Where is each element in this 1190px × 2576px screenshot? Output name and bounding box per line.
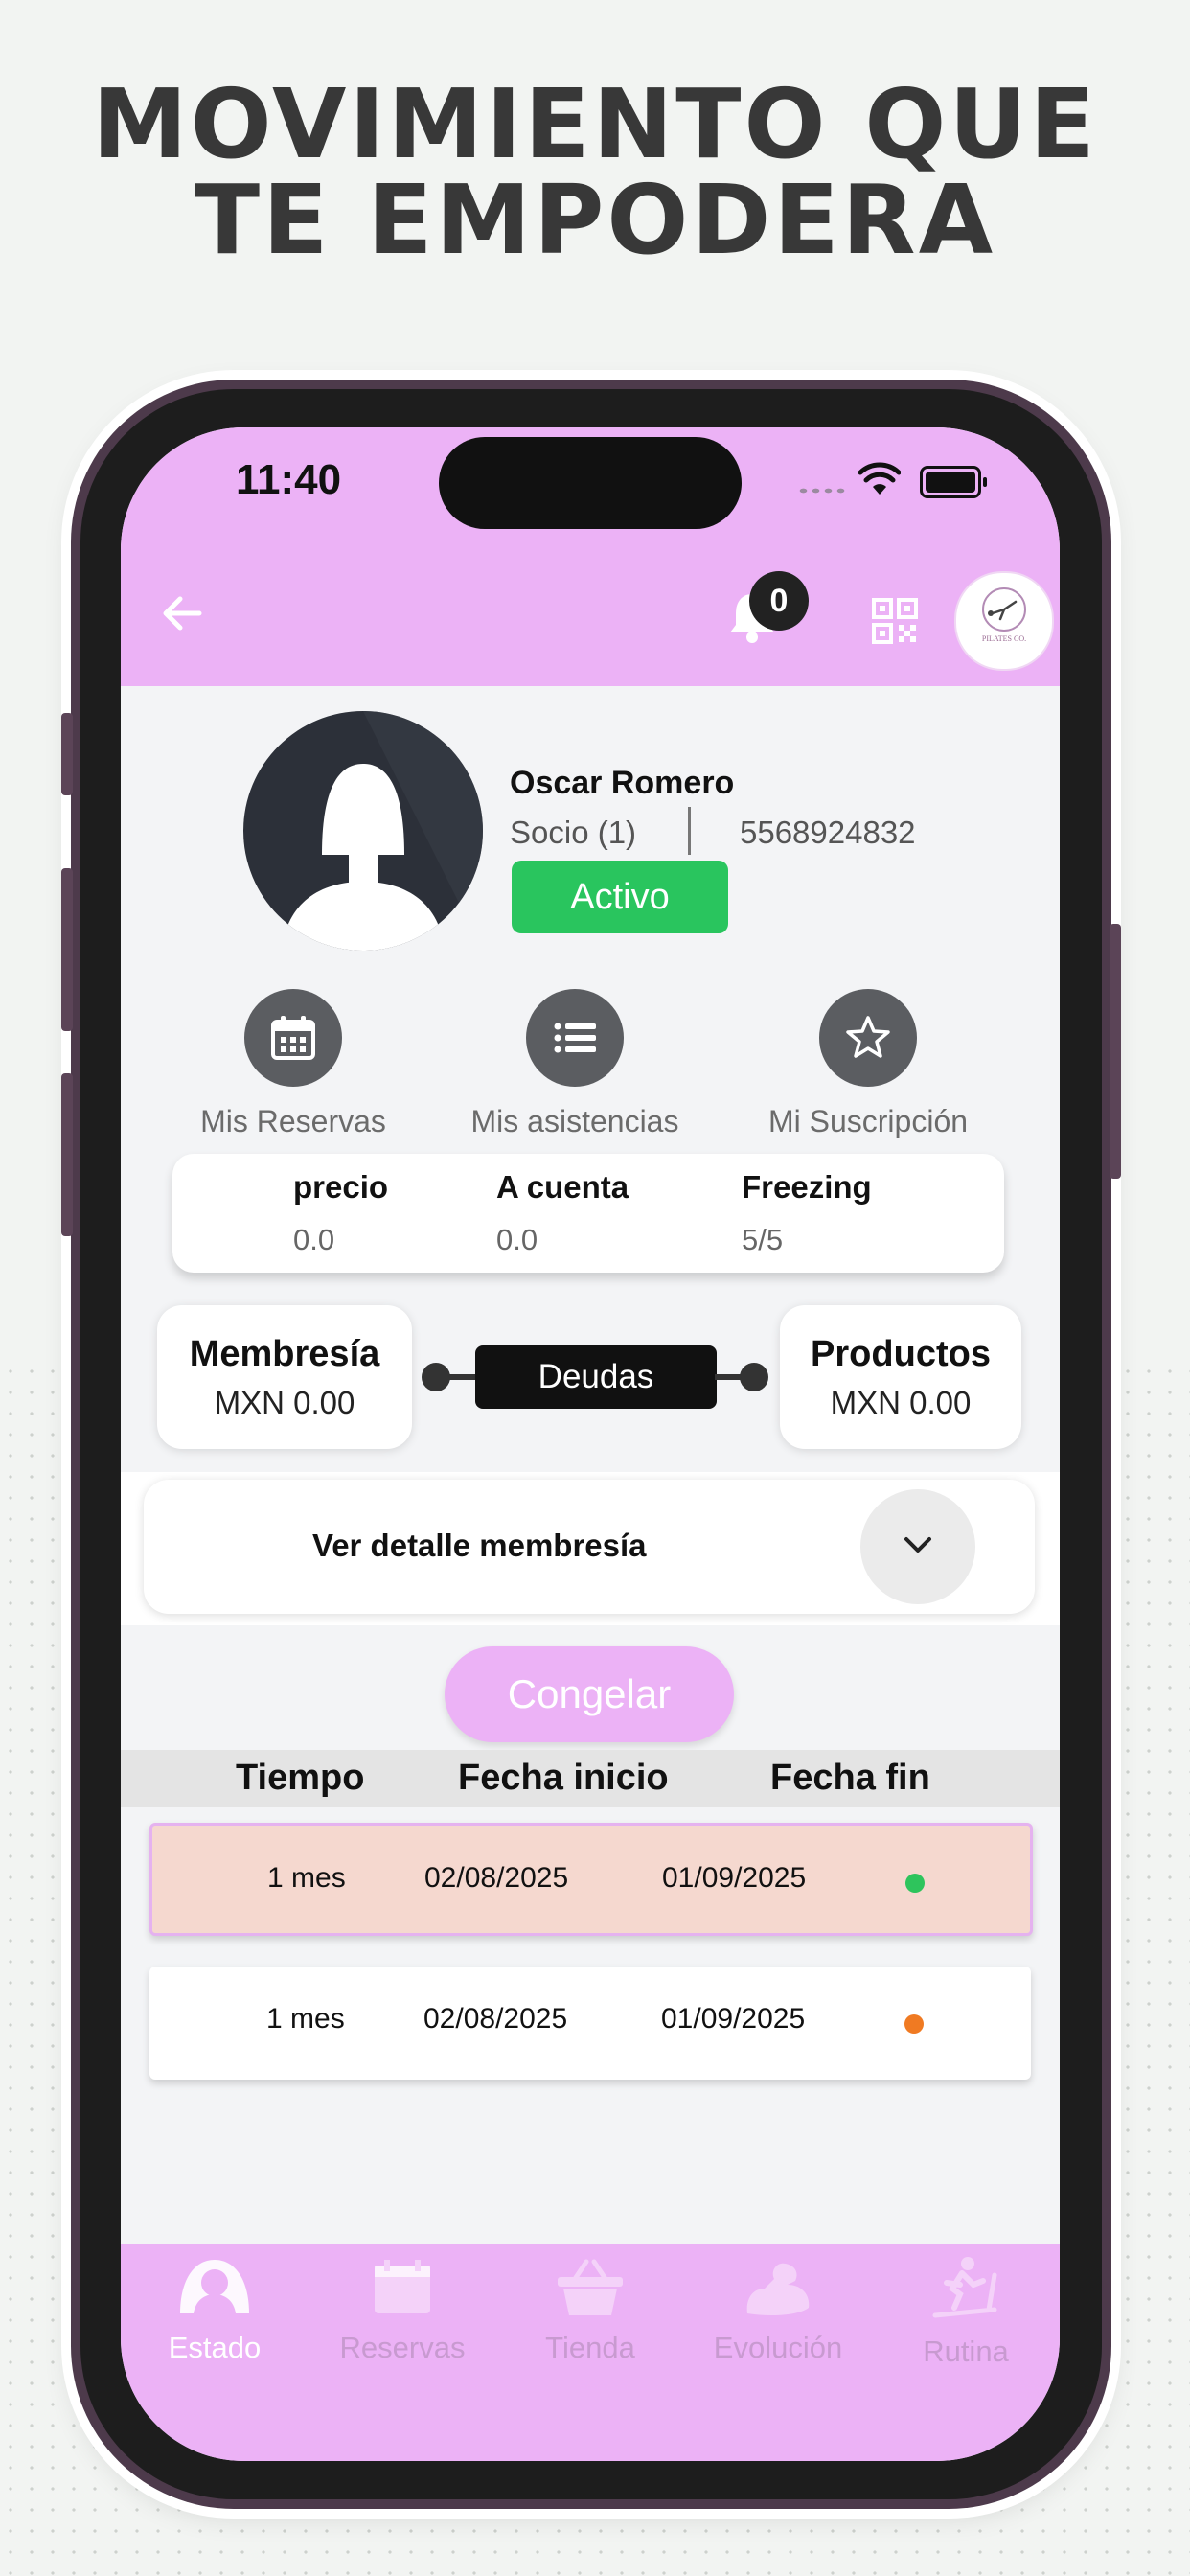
action-label: Mis asistencias xyxy=(470,1104,679,1138)
nav-label: Evolución xyxy=(713,2331,843,2364)
on-account-label: A cuenta xyxy=(496,1169,629,1205)
row-end-date: 01/09/2025 xyxy=(661,2003,806,2035)
nav-estado[interactable]: Estado xyxy=(121,2256,309,2365)
membership-detail-expander[interactable]: Ver detalle membresía xyxy=(144,1480,1035,1614)
user-silhouette-icon xyxy=(243,711,483,951)
mute-switch xyxy=(61,713,73,795)
connector-knob-right xyxy=(740,1363,768,1392)
nav-label: Tienda xyxy=(545,2331,635,2364)
basket-icon xyxy=(558,2259,623,2315)
member-role: Socio (1) xyxy=(510,815,637,850)
battery-icon xyxy=(920,466,987,498)
qr-code-icon[interactable] xyxy=(872,598,918,644)
headline-line-2: TE EMPODERA xyxy=(194,164,996,276)
chevron-down-icon xyxy=(904,1537,931,1552)
marketing-headline: MOVIMIENTO QUE TE EMPODERA xyxy=(0,77,1190,268)
nav-label: Estado xyxy=(168,2331,262,2364)
action-circle xyxy=(526,989,624,1087)
member-phone: 5568924832 xyxy=(740,815,916,850)
membership-debt-card: Membresía MXN 0.00 xyxy=(157,1305,412,1449)
top-bar: 11:40 0 PILATES CO. xyxy=(121,427,1060,686)
nav-label: Reservas xyxy=(339,2331,466,2364)
action-label: Mi Suscripción xyxy=(767,1104,969,1138)
action-label: Mis Reservas xyxy=(200,1104,386,1138)
action-circle xyxy=(819,989,917,1087)
nav-rutina[interactable]: Rutina xyxy=(872,2256,1060,2369)
my-subscription-button[interactable]: Mi Suscripción xyxy=(744,989,993,1139)
my-reservations-button[interactable]: Mis Reservas xyxy=(169,989,418,1139)
action-circle xyxy=(244,989,342,1087)
status-time: 11:40 xyxy=(236,456,342,503)
price-label: precio xyxy=(293,1169,389,1205)
wifi-icon xyxy=(858,462,901,494)
debts-label: Deudas xyxy=(475,1346,717,1409)
column-header-end-date: Fecha fin xyxy=(770,1758,930,1798)
power-button xyxy=(1110,924,1121,1179)
muscle-icon xyxy=(746,2263,810,2315)
calendar-icon xyxy=(375,2260,430,2313)
divider xyxy=(688,807,691,855)
member-name: Oscar Romero xyxy=(510,765,735,801)
products-debt-value: MXN 0.00 xyxy=(830,1385,972,1420)
user-icon xyxy=(180,2260,249,2313)
row-start-date: 02/08/2025 xyxy=(424,1862,569,1894)
column-header-start-date: Fecha inicio xyxy=(458,1758,669,1798)
freeze-button[interactable]: Congelar xyxy=(445,1646,734,1742)
calendar-icon xyxy=(271,1016,315,1060)
treadmill-icon xyxy=(932,2257,997,2318)
membership-detail-label: Ver detalle membresía xyxy=(312,1528,647,1563)
logo-text: PILATES CO. xyxy=(981,634,1027,643)
list-icon xyxy=(554,1023,596,1053)
headline-line-1: MOVIMIENTO QUE xyxy=(92,68,1098,180)
nav-reservas[interactable]: Reservas xyxy=(309,2256,496,2365)
balance-summary-card: precio 0.0 A cuenta 0.0 Freezing 5/5 xyxy=(172,1154,1004,1273)
status-badge: Activo xyxy=(512,861,728,933)
volume-down-button xyxy=(61,1073,73,1236)
table-row[interactable]: 1 mes 02/08/2025 01/09/2025 xyxy=(149,1823,1033,1936)
products-debt-card: Productos MXN 0.00 xyxy=(780,1305,1021,1449)
nav-label: Rutina xyxy=(923,2334,1009,2368)
app-screen: 11:40 0 PILATES CO. Oscar Romero Socio (… xyxy=(121,427,1060,2461)
signal-dots-icon xyxy=(797,487,849,494)
star-icon xyxy=(846,1016,890,1058)
dynamic-island xyxy=(439,437,742,529)
on-account-value: 0.0 xyxy=(496,1223,538,1256)
products-debt-label: Productos xyxy=(811,1334,991,1374)
expand-button[interactable] xyxy=(860,1489,975,1604)
row-end-date: 01/09/2025 xyxy=(662,1862,807,1894)
membership-debt-label: Membresía xyxy=(189,1334,380,1374)
column-header-time: Tiempo xyxy=(236,1758,365,1798)
row-time: 1 mes xyxy=(267,1862,346,1894)
row-time: 1 mes xyxy=(266,2003,345,2035)
volume-up-button xyxy=(61,868,73,1031)
status-dot-green xyxy=(905,1874,925,1893)
row-start-date: 02/08/2025 xyxy=(423,2003,568,2035)
table-header: Tiempo Fecha inicio Fecha fin xyxy=(121,1750,1060,1807)
membership-debt-value: MXN 0.00 xyxy=(214,1385,355,1420)
price-value: 0.0 xyxy=(293,1223,335,1256)
freezing-label: Freezing xyxy=(742,1169,872,1205)
logo-mark-icon xyxy=(982,587,1026,632)
my-attendances-button[interactable]: Mis asistencias xyxy=(450,989,699,1139)
status-dot-orange xyxy=(904,2014,924,2034)
nav-tienda[interactable]: Tienda xyxy=(496,2256,684,2365)
bottom-navigation: Estado Reservas Tienda Evolución Rutina xyxy=(121,2244,1060,2461)
connector-line-left xyxy=(446,1374,479,1380)
back-arrow-icon[interactable] xyxy=(159,590,205,636)
nav-evolucion[interactable]: Evolución xyxy=(684,2256,872,2365)
studio-logo[interactable]: PILATES CO. xyxy=(954,571,1054,671)
avatar xyxy=(243,711,483,951)
notification-badge: 0 xyxy=(749,571,809,631)
table-row[interactable]: 1 mes 02/08/2025 01/09/2025 xyxy=(149,1966,1031,2080)
freezing-value: 5/5 xyxy=(742,1223,784,1256)
